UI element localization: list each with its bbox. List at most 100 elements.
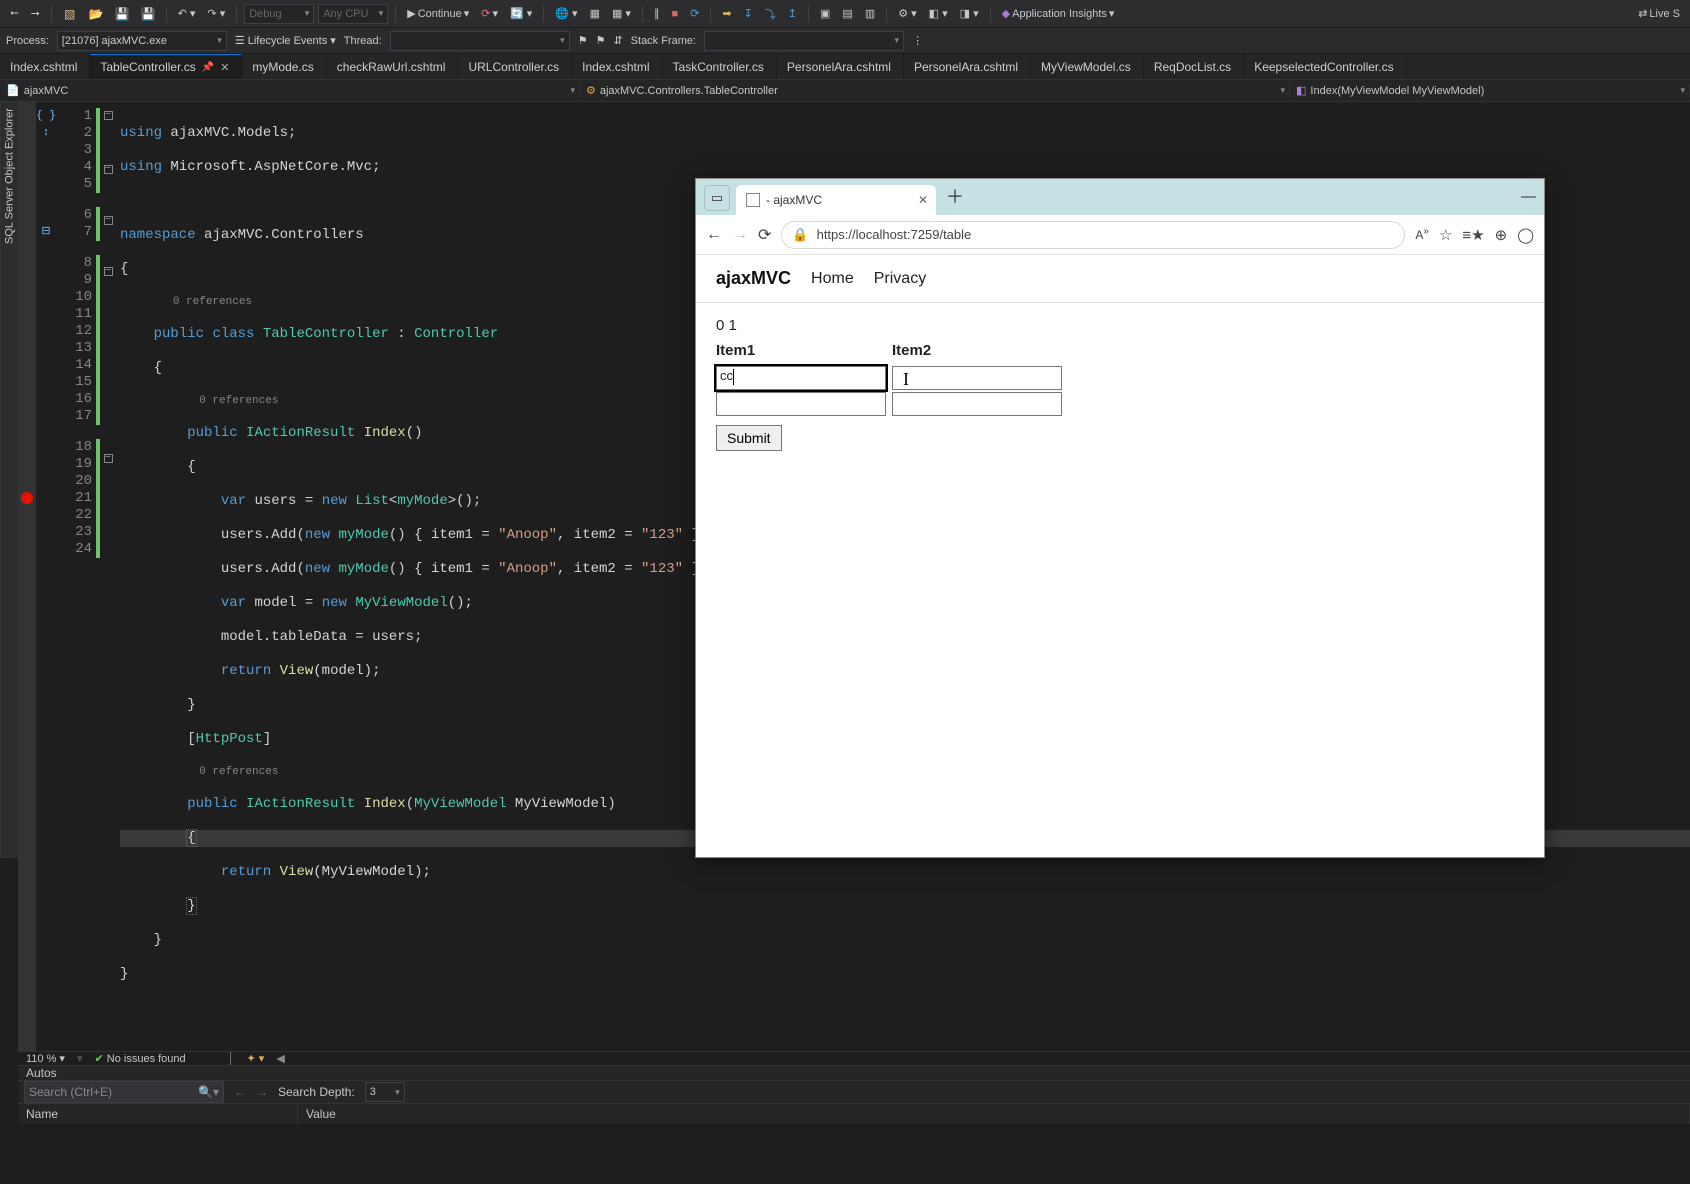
favorites-bar-icon[interactable]: ≡★ (1462, 226, 1484, 244)
tab-mymode[interactable]: myMode.cs (242, 54, 326, 79)
browser-titlebar[interactable]: ▭ - ajaxMVC ✕ ＋ — (696, 179, 1544, 215)
stack-combo[interactable] (704, 31, 904, 51)
redo-icon[interactable]: ↷ ▾ (203, 5, 229, 22)
favorite-icon[interactable]: ☆ (1439, 226, 1452, 244)
pin-icon[interactable]: 📌 (202, 62, 214, 73)
tools3-icon[interactable]: ◨ ▾ (956, 5, 983, 22)
search-depth-combo[interactable]: 3 (365, 1082, 405, 1102)
nav-home-link[interactable]: Home (811, 270, 854, 288)
continue-button[interactable]: ▶ Continue ▾ (403, 5, 473, 22)
tab-myviewmodel[interactable]: MyViewModel.cs (1031, 54, 1144, 79)
step-over-icon[interactable]: ⤵ (761, 4, 780, 24)
member-scope-combo[interactable]: ◧Index(MyViewModel MyViewModel) (1290, 84, 1690, 97)
tab-keepselected[interactable]: KeepselectedController.cs (1244, 54, 1406, 79)
step-out-icon[interactable]: ↥ (784, 5, 801, 22)
platform-combo[interactable]: Any CPU (318, 4, 388, 24)
config-combo[interactable]: Debug (244, 4, 314, 24)
tools2-icon[interactable]: ◧ ▾ (925, 5, 952, 22)
nav-back-icon[interactable]: ⭠ (6, 5, 23, 22)
collections-icon[interactable]: ⊕ (1495, 226, 1508, 244)
nav-fwd-icon[interactable]: ⭢ (27, 5, 44, 22)
tab-reqdoclist[interactable]: ReqDocList.cs (1144, 54, 1244, 79)
tab-index2[interactable]: Index.cshtml (572, 54, 662, 79)
browser-link-icon[interactable]: 🌐 ▾ (551, 5, 581, 22)
issues-ok-icon: ✔ (94, 1053, 103, 1065)
app-insights-button[interactable]: ◆ Application Insights ▾ (998, 5, 1119, 22)
item2-row2-input[interactable] (892, 392, 1062, 416)
cleanup-icon[interactable]: ✦ ▾ (247, 1052, 265, 1065)
breakpoint-icon[interactable] (21, 492, 33, 504)
project-scope-combo[interactable]: 📄ajaxMVC (0, 84, 580, 97)
more-icon[interactable]: ◯ (1517, 226, 1534, 244)
tab-taskcontroller[interactable]: TaskController.cs (663, 54, 777, 79)
editor-side-icons: { } ↕ ⊟ (36, 102, 56, 1051)
submit-button[interactable]: Submit (716, 425, 782, 451)
tab-personelara2[interactable]: PersonelAra.cshtml (904, 54, 1031, 79)
zoom-level[interactable]: 110 % ▾ (26, 1052, 65, 1065)
browser-viewport: ajaxMVC Home Privacy 0 1 Item1 Item2 cc … (696, 255, 1544, 857)
breakpoint-gutter[interactable] (18, 102, 36, 1051)
undo-icon[interactable]: ↶ ▾ (174, 5, 200, 22)
thread-icon2[interactable]: ⚑ (596, 34, 606, 47)
tab-index1[interactable]: Index.cshtml (0, 54, 90, 79)
document-tabs: Index.cshtml TableController.cs📌✕ myMode… (0, 54, 1690, 80)
save-icon[interactable]: 💾 (111, 5, 133, 23)
col-item1: Item1 (716, 340, 892, 365)
stack-frame-label: Stack Frame: (631, 35, 696, 47)
window3-icon[interactable]: ▥ (861, 5, 879, 22)
site-brand[interactable]: ajaxMVC (716, 268, 791, 289)
window2-icon[interactable]: ▤ (838, 5, 856, 22)
tools1-icon[interactable]: ⚙ ▾ (894, 5, 920, 22)
tab-close-icon[interactable]: ✕ (918, 193, 928, 207)
window-minimize-icon[interactable]: — (1521, 188, 1536, 205)
thread-icon1[interactable]: ⚑ (578, 34, 588, 47)
item1-row2-input[interactable] (716, 392, 886, 416)
tab-urlcontroller[interactable]: URLController.cs (458, 54, 572, 79)
page-body: 0 1 Item1 Item2 cc I Submit (696, 303, 1544, 465)
script2-icon[interactable]: ▦ ▾ (608, 5, 635, 22)
col-value[interactable]: Value (298, 1104, 1690, 1124)
overflow-icon[interactable]: ⋮ (912, 34, 923, 47)
tab-actions-icon[interactable]: ▭ (704, 185, 730, 211)
open-file-icon[interactable]: 📂 (85, 5, 107, 23)
class-scope-combo[interactable]: ⚙ajaxMVC.Controllers.TableController (580, 84, 1290, 97)
pause-icon[interactable]: ∥ (650, 5, 664, 22)
step-into-icon[interactable]: ↧ (740, 5, 757, 22)
restart-icon[interactable]: 🔄 ▾ (506, 5, 536, 22)
tab-tablecontroller[interactable]: TableController.cs📌✕ (90, 54, 242, 79)
item1-row1-input[interactable]: cc (716, 366, 886, 390)
autos-search-input[interactable]: Search (Ctrl+E) 🔍▾ (24, 1081, 224, 1103)
nav-back-browser-icon[interactable]: ← (706, 226, 722, 244)
url-input[interactable]: 🔒 https://localhost:7259/table (781, 221, 1405, 249)
autos-grid-body[interactable] (18, 1124, 1690, 1184)
tab-checkrawurl[interactable]: checkRawUrl.cshtml (327, 54, 459, 79)
browser-tab[interactable]: - ajaxMVC ✕ (736, 185, 936, 215)
search-next-icon[interactable]: → (256, 1085, 268, 1099)
item2-row1-input[interactable]: I (892, 366, 1062, 390)
script-icon[interactable]: ▦ (586, 5, 604, 22)
stop-icon[interactable]: ■ (667, 6, 682, 22)
restart-debug-icon[interactable]: ⟳ (686, 5, 703, 22)
close-icon[interactable]: ✕ (220, 61, 229, 74)
refresh-icon[interactable]: ⟳ (758, 225, 771, 245)
read-aloud-icon[interactable]: A» (1415, 226, 1429, 244)
tab-personelara1[interactable]: PersonelAra.cshtml (777, 54, 904, 79)
sql-explorer-tab[interactable]: SQL Server Object Explorer (0, 102, 18, 858)
process-combo[interactable]: [21076] ajaxMVC.exe (57, 31, 227, 51)
thread-icon3[interactable]: ⇵ (613, 34, 622, 47)
new-tab-icon[interactable]: ＋ (946, 183, 964, 209)
lifecycle-events-button[interactable]: ☰ Lifecycle Events ▾ (235, 34, 336, 47)
show-next-icon[interactable]: ➡ (718, 5, 735, 22)
nav-privacy-link[interactable]: Privacy (874, 270, 926, 288)
col-name[interactable]: Name (18, 1104, 298, 1124)
search-prev-icon[interactable]: ← (234, 1085, 246, 1099)
autos-panel-header[interactable]: Autos (18, 1065, 1690, 1080)
save-all-icon[interactable]: 💾 (137, 5, 159, 23)
thread-combo[interactable] (390, 31, 570, 51)
window1-icon[interactable]: ▣ (816, 5, 834, 22)
live-share-button[interactable]: ⇄ Live S (1634, 5, 1684, 22)
col-item2: Item2 (892, 340, 1065, 365)
new-project-icon[interactable]: ▧ (59, 5, 81, 23)
fold-gutter[interactable]: − − − − − (100, 102, 116, 1051)
hot-reload-icon[interactable]: ⟳ ▾ (477, 5, 502, 22)
